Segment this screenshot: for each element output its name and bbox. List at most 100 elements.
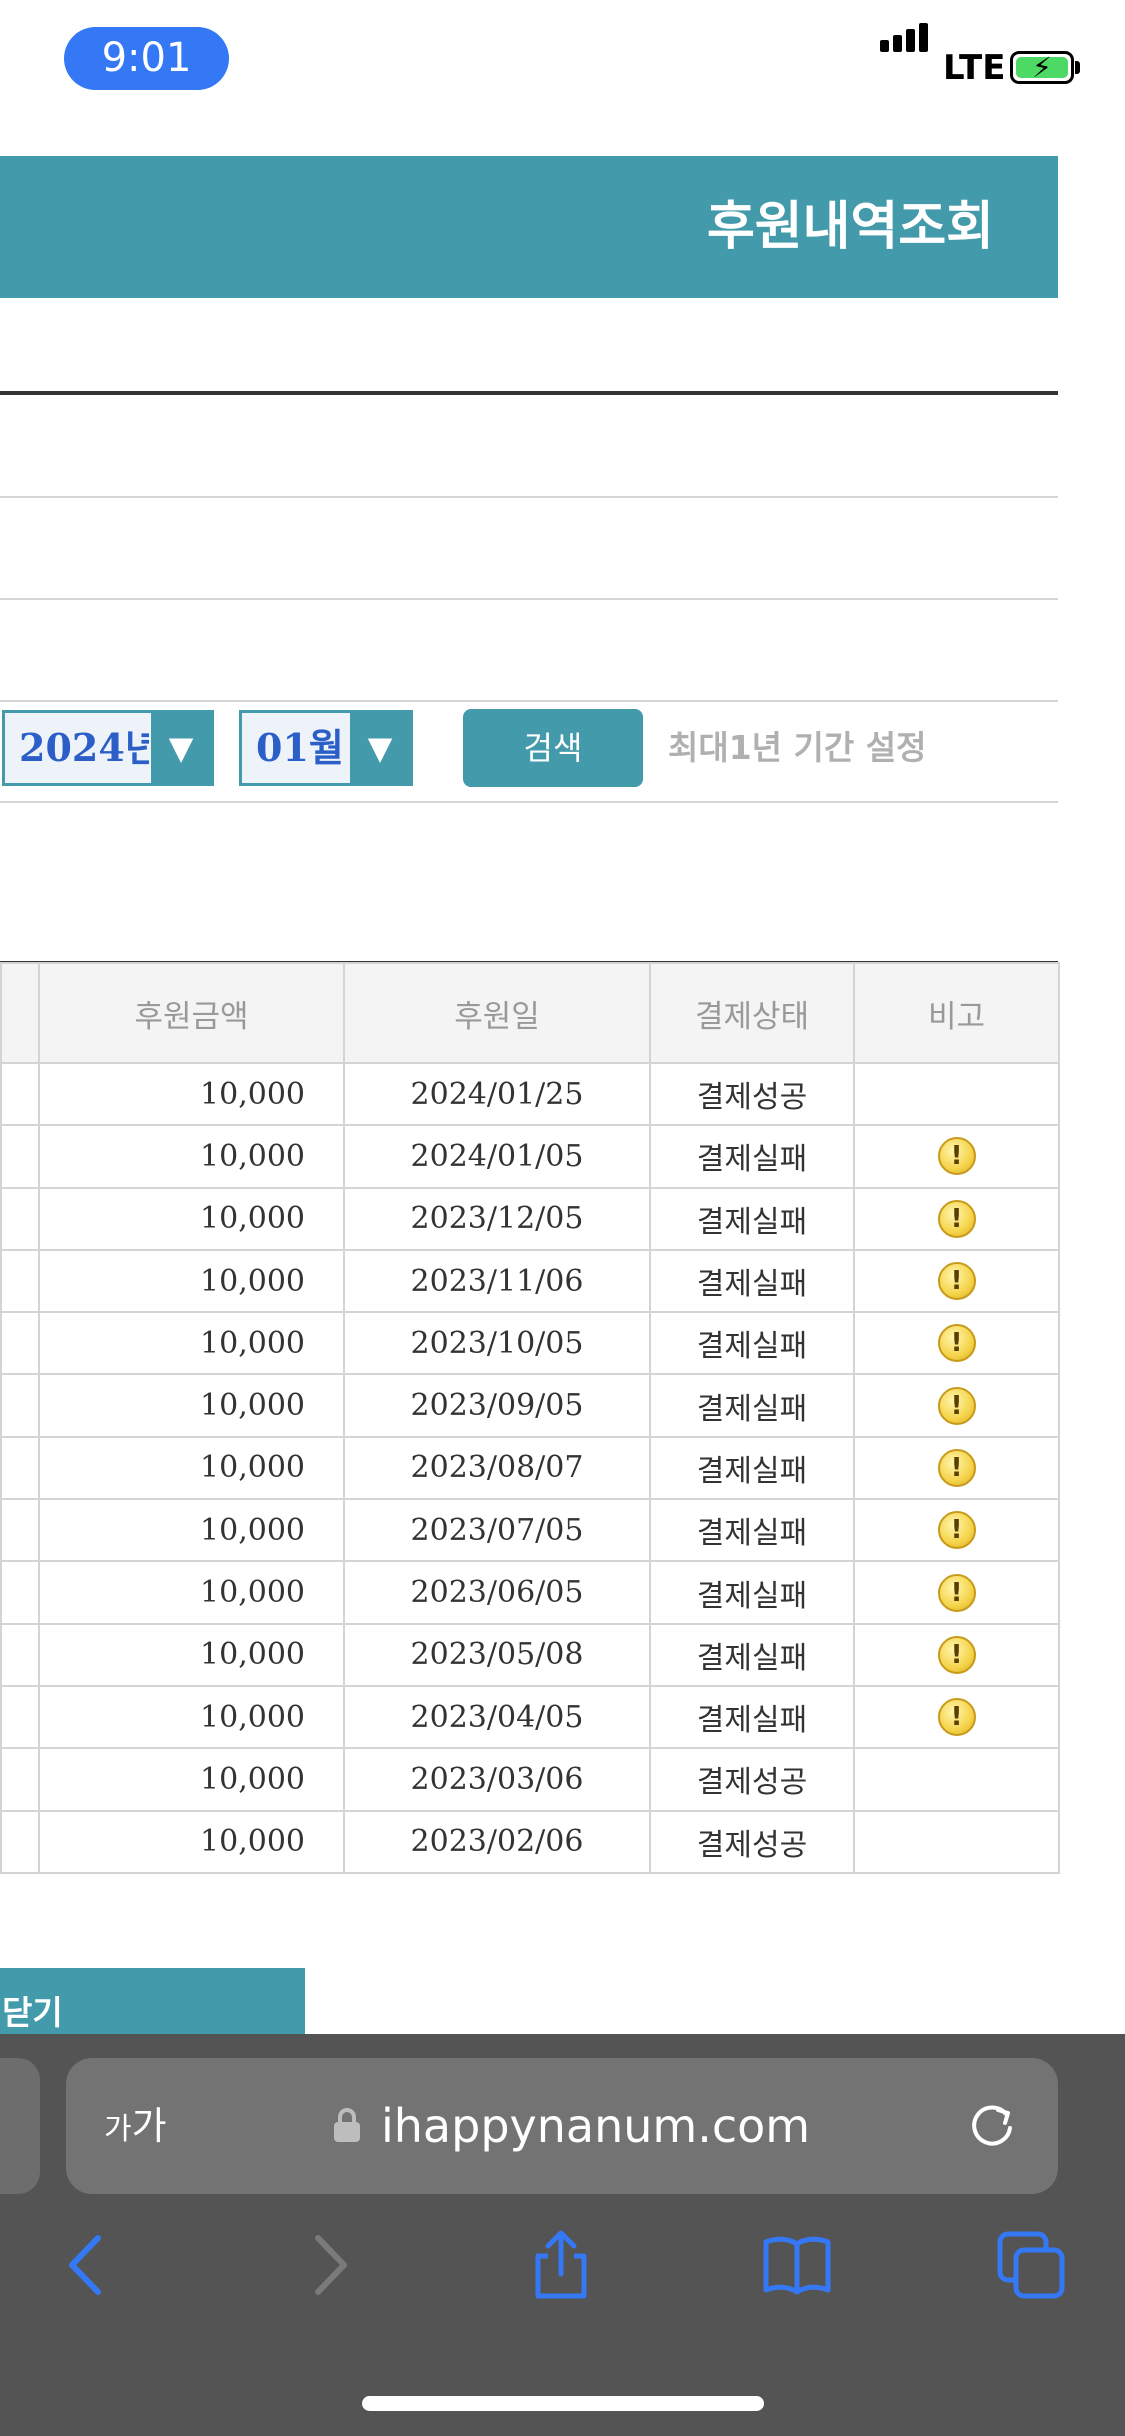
- form-row-divider: [0, 801, 1058, 803]
- amount-cell: 10,000: [38, 1061, 345, 1127]
- amount-cell: 10,000: [38, 1747, 345, 1812]
- amount-cell: 10,000: [38, 1373, 345, 1438]
- text-size-big: 가: [131, 2104, 167, 2148]
- amount-cell: 10,000: [38, 1684, 345, 1750]
- date-cell: 2023/05/08: [343, 1622, 651, 1687]
- row-cell: [0, 1622, 40, 1687]
- forward-icon[interactable]: [294, 2230, 364, 2300]
- network-type: LTE: [943, 48, 1006, 88]
- warning-icon[interactable]: !: [937, 1262, 976, 1301]
- status-cell: 결제실패: [649, 1498, 855, 1563]
- table-row: 10,000 2023/12/05 결제실패!: [0, 1186, 1060, 1251]
- table-row: 10,000 2023/03/06 결제성공: [0, 1747, 1060, 1812]
- row-cell: [0, 1311, 40, 1376]
- close-button-label: 닫기: [2, 1993, 63, 2032]
- status-cell: 결제실패: [649, 1373, 855, 1438]
- text-size-button[interactable]: 가가: [104, 2058, 167, 2198]
- table-row: 10,000 2023/05/08 결제실패!: [0, 1622, 1060, 1687]
- warning-icon[interactable]: !: [937, 1324, 976, 1363]
- amount-cell: 10,000: [38, 1186, 345, 1251]
- back-icon[interactable]: [52, 2230, 122, 2300]
- home-indicator[interactable]: [362, 2396, 764, 2411]
- warning-icon[interactable]: !: [937, 1386, 976, 1425]
- row-cell: [0, 1560, 40, 1625]
- status-cell: 결제실패: [649, 1186, 855, 1251]
- bookmarks-icon[interactable]: [762, 2230, 832, 2300]
- column-header-status: 결제상태: [649, 962, 855, 1064]
- date-cell: 2023/10/05: [343, 1311, 651, 1376]
- column-header-amount: 후원금액: [38, 962, 345, 1064]
- note-cell: !: [853, 1435, 1060, 1501]
- date-cell: 2023/02/06: [343, 1809, 651, 1874]
- status-bar: 9:01 LTE ⚡: [0, 0, 1125, 120]
- amount-cell: 10,000: [38, 1622, 345, 1687]
- note-cell: [853, 1747, 1060, 1812]
- date-cell: 2023/06/05: [343, 1560, 651, 1625]
- status-cell: 결제실패: [649, 1622, 855, 1687]
- share-icon[interactable]: [526, 2230, 596, 2300]
- note-cell: [853, 1809, 1060, 1874]
- date-cell: 2023/11/06: [343, 1248, 651, 1314]
- status-cell: 결제실패: [649, 1248, 855, 1314]
- date-cell: 2024/01/05: [343, 1124, 651, 1189]
- table-row: 10,000 2024/01/05 결제실패!: [0, 1124, 1060, 1189]
- tabs-icon[interactable]: [996, 2230, 1066, 2300]
- battery-icon: ⚡: [1010, 51, 1074, 84]
- date-cell: 2023/04/05: [343, 1684, 651, 1750]
- reload-icon[interactable]: [966, 2100, 1018, 2152]
- warning-icon[interactable]: !: [937, 1635, 976, 1674]
- note-cell: !: [853, 1622, 1060, 1687]
- month-select[interactable]: 01월 ▼: [239, 710, 413, 786]
- status-cell: 결제성공: [649, 1747, 855, 1812]
- row-cell: [0, 1498, 40, 1563]
- table-row: 10,000 2023/10/05 결제실패!: [0, 1311, 1060, 1376]
- row-cell: [0, 1809, 40, 1874]
- date-cell: 2023/08/07: [343, 1435, 651, 1501]
- amount-cell: 10,000: [38, 1560, 345, 1625]
- table-row: 10,000 2023/07/05 결제실패!: [0, 1498, 1060, 1563]
- year-select[interactable]: 2024년 ▼: [2, 710, 214, 786]
- note-cell: !: [853, 1373, 1060, 1438]
- warning-icon[interactable]: !: [937, 1199, 976, 1238]
- warning-icon[interactable]: !: [937, 1448, 976, 1487]
- table-row: 10,000 2023/06/05 결제실패!: [0, 1560, 1060, 1625]
- note-cell: !: [853, 1560, 1060, 1625]
- note-cell: [853, 1061, 1060, 1127]
- row-cell: [0, 1124, 40, 1189]
- lock-icon: [334, 2108, 360, 2142]
- warning-icon[interactable]: !: [937, 1137, 976, 1176]
- search-button[interactable]: 검색: [463, 709, 643, 787]
- row-cell: [0, 1373, 40, 1438]
- dropdown-arrow-icon: ▼: [350, 713, 410, 783]
- row-cell: [0, 1435, 40, 1501]
- address-bar[interactable]: 가가 ihappynanum.com: [66, 2058, 1058, 2194]
- warning-icon[interactable]: !: [937, 1511, 976, 1550]
- date-cell: 2023/12/05: [343, 1186, 651, 1251]
- status-cell: 결제실패: [649, 1124, 855, 1189]
- donation-history-table: 후원금액 후원일 결제상태 비고 10,000 2024/01/25 결제성공 10,…: [0, 962, 1060, 1874]
- previous-tab-stub[interactable]: [0, 2058, 40, 2194]
- year-select-value: 2024년: [19, 725, 149, 770]
- date-cell: 2024/01/25: [343, 1061, 651, 1127]
- row-cell: [0, 1186, 40, 1251]
- warning-icon[interactable]: !: [937, 1698, 976, 1737]
- form-top-rule: [0, 391, 1058, 395]
- row-cell: [0, 1248, 40, 1314]
- note-cell: !: [853, 1311, 1060, 1376]
- table-header-row: 후원금액 후원일 결제상태 비고: [0, 962, 1060, 1064]
- amount-cell: 10,000: [38, 1809, 345, 1874]
- dropdown-arrow-icon: ▼: [151, 713, 211, 783]
- note-cell: !: [853, 1124, 1060, 1189]
- date-cell: 2023/09/05: [343, 1373, 651, 1438]
- warning-icon[interactable]: !: [937, 1573, 976, 1612]
- status-cell: 결제실패: [649, 1684, 855, 1750]
- row-cell: [0, 1684, 40, 1750]
- column-header-date: 후원일: [343, 962, 651, 1064]
- amount-cell: 10,000: [38, 1248, 345, 1314]
- amount-cell: 10,000: [38, 1124, 345, 1189]
- close-button[interactable]: 닫기: [0, 1968, 305, 2034]
- table-row: 10,000 2023/09/05 결제실패!: [0, 1373, 1060, 1438]
- row-cell: [0, 1061, 40, 1127]
- amount-cell: 10,000: [38, 1435, 345, 1501]
- table-row: 10,000 2023/11/06 결제실패!: [0, 1248, 1060, 1314]
